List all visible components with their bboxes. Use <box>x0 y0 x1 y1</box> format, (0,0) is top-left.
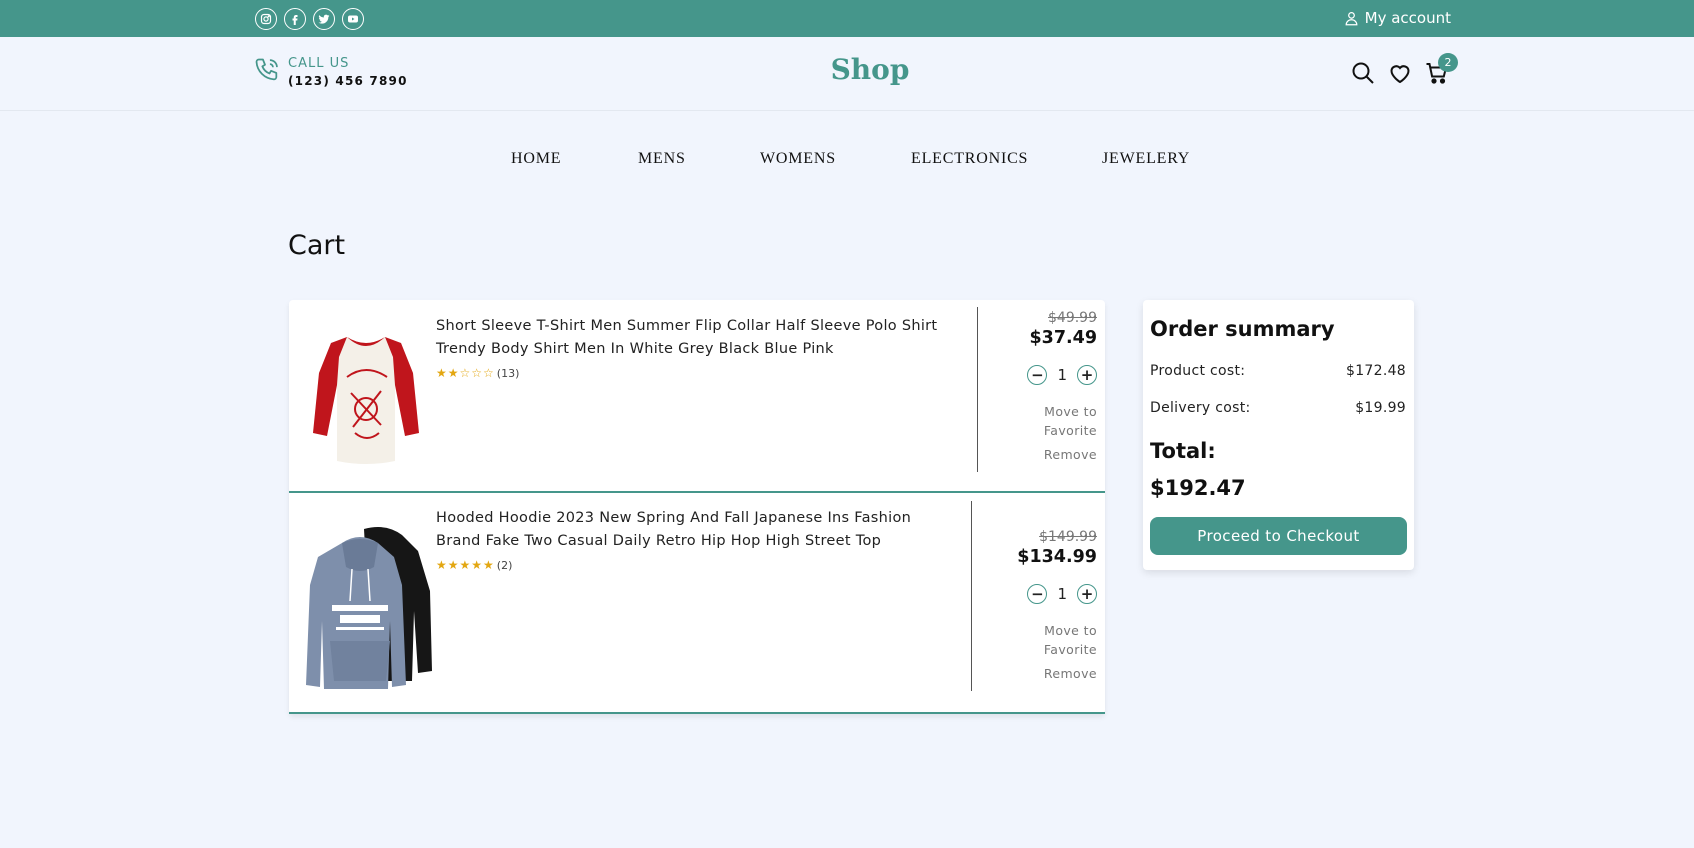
cart-button[interactable]: 2 <box>1425 53 1458 85</box>
search-icon <box>1352 62 1374 84</box>
total-label: Total: <box>1150 439 1216 463</box>
product-rating: ★★☆☆☆ (13) <box>436 366 519 380</box>
sale-price: $37.49 <box>1029 328 1097 348</box>
quantity-stepper: − 1 + <box>1017 584 1097 604</box>
top-bar: My account <box>0 0 1694 37</box>
facebook-icon[interactable] <box>284 8 306 30</box>
product-cost-label: Product cost: <box>1150 363 1246 379</box>
remove-link[interactable]: Remove <box>1017 666 1097 681</box>
move-to-favorite-link[interactable]: Move to Favorite <box>1027 621 1097 659</box>
total-value: $192.47 <box>1150 476 1246 500</box>
my-account-label: My account <box>1364 9 1451 27</box>
instagram-icon[interactable] <box>255 8 277 30</box>
cart-count-badge: 2 <box>1438 53 1458 72</box>
item-actions: $49.99 $37.49 − 1 + Move to Favorite Rem… <box>1027 310 1097 462</box>
quantity-value: 1 <box>1057 366 1067 384</box>
remove-link[interactable]: Remove <box>1027 447 1097 462</box>
nav-electronics[interactable]: ELECTRONICS <box>911 150 1028 168</box>
review-count: (2) <box>496 558 513 572</box>
order-summary: Order summary Product cost: $172.48 Deli… <box>1143 300 1414 570</box>
delivery-cost-value: $19.99 <box>1355 400 1406 416</box>
increase-quantity-button[interactable]: + <box>1077 365 1097 385</box>
favorites-button[interactable] <box>1388 61 1412 85</box>
divider <box>971 501 972 691</box>
divider <box>977 307 978 472</box>
product-title[interactable]: Short Sleeve T-Shirt Men Summer Flip Col… <box>436 315 956 361</box>
delivery-cost-label: Delivery cost: <box>1150 400 1251 416</box>
decrease-quantity-button[interactable]: − <box>1027 584 1048 604</box>
cart-item: Hooded Hoodie 2023 New Spring And Fall J… <box>289 493 1105 714</box>
cart-items: Short Sleeve T-Shirt Men Summer Flip Col… <box>289 300 1105 714</box>
page-title: Cart <box>288 230 346 261</box>
social-links <box>255 8 364 30</box>
header: CALL US (123) 456 7890 Shop 2 <box>0 37 1694 111</box>
twitter-icon[interactable] <box>313 8 335 30</box>
nav-mens[interactable]: MENS <box>638 150 686 168</box>
nav-womens[interactable]: WOMENS <box>760 150 836 168</box>
youtube-icon[interactable] <box>342 8 364 30</box>
sale-price: $134.99 <box>1017 547 1097 567</box>
order-summary-title: Order summary <box>1150 317 1335 341</box>
user-icon <box>1345 11 1358 25</box>
review-count: (13) <box>496 366 520 380</box>
my-account-link[interactable]: My account <box>1344 9 1451 27</box>
quantity-stepper: − 1 + <box>1027 365 1097 385</box>
rating-stars: ★★☆☆☆ <box>436 366 495 380</box>
move-to-favorite-link[interactable]: Move to Favorite <box>1027 402 1097 440</box>
product-image[interactable] <box>302 521 432 691</box>
product-title[interactable]: Hooded Hoodie 2023 New Spring And Fall J… <box>436 507 956 553</box>
product-cost-row: Product cost: $172.48 <box>1150 363 1406 379</box>
quantity-value: 1 <box>1057 585 1067 603</box>
delivery-cost-row: Delivery cost: $19.99 <box>1150 400 1406 416</box>
original-price: $49.99 <box>1048 310 1097 326</box>
search-button[interactable] <box>1351 61 1375 85</box>
product-image[interactable] <box>311 333 421 464</box>
header-actions: 2 <box>1351 53 1458 85</box>
nav-home[interactable]: HOME <box>511 150 561 168</box>
decrease-quantity-button[interactable]: − <box>1027 365 1048 385</box>
nav-jewelery[interactable]: JEWELERY <box>1102 150 1190 168</box>
item-actions: $149.99 $134.99 − 1 + Move to Favorite R… <box>1017 529 1097 681</box>
original-price: $149.99 <box>1039 529 1097 545</box>
product-rating: ★★★★★ (2) <box>436 558 512 572</box>
increase-quantity-button[interactable]: + <box>1077 584 1097 604</box>
product-cost-value: $172.48 <box>1346 363 1406 379</box>
heart-icon <box>1390 65 1410 84</box>
rating-stars: ★★★★★ <box>436 558 495 572</box>
cart-item: Short Sleeve T-Shirt Men Summer Flip Col… <box>289 300 1105 493</box>
proceed-to-checkout-button[interactable]: Proceed to Checkout <box>1150 517 1407 555</box>
